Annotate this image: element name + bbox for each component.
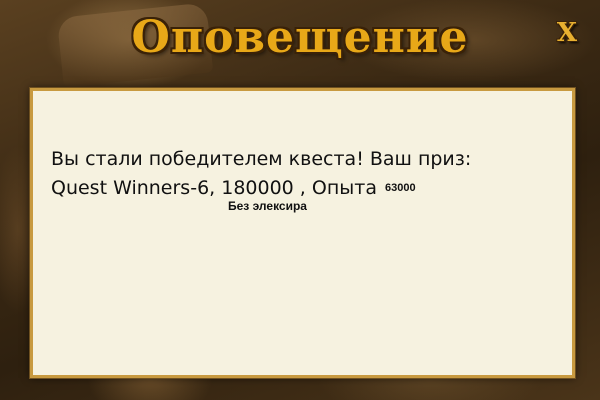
message-line-2-text: Quest Winners-6, 180000 , Опыта [51, 177, 377, 199]
close-icon: X [556, 18, 578, 48]
notification-panel: Вы стали победителем квеста! Ваш приз: Q… [30, 88, 575, 378]
experience-value: 63000 [384, 182, 416, 194]
message-line-1: Вы стали победителем квеста! Ваш приз: [51, 148, 472, 170]
notification-message: Вы стали победителем квеста! Ваш приз: Q… [51, 145, 551, 206]
close-button[interactable]: X [552, 18, 582, 48]
dialog-title: Оповещение [131, 12, 469, 63]
elixir-note: Без элексира [228, 199, 307, 213]
